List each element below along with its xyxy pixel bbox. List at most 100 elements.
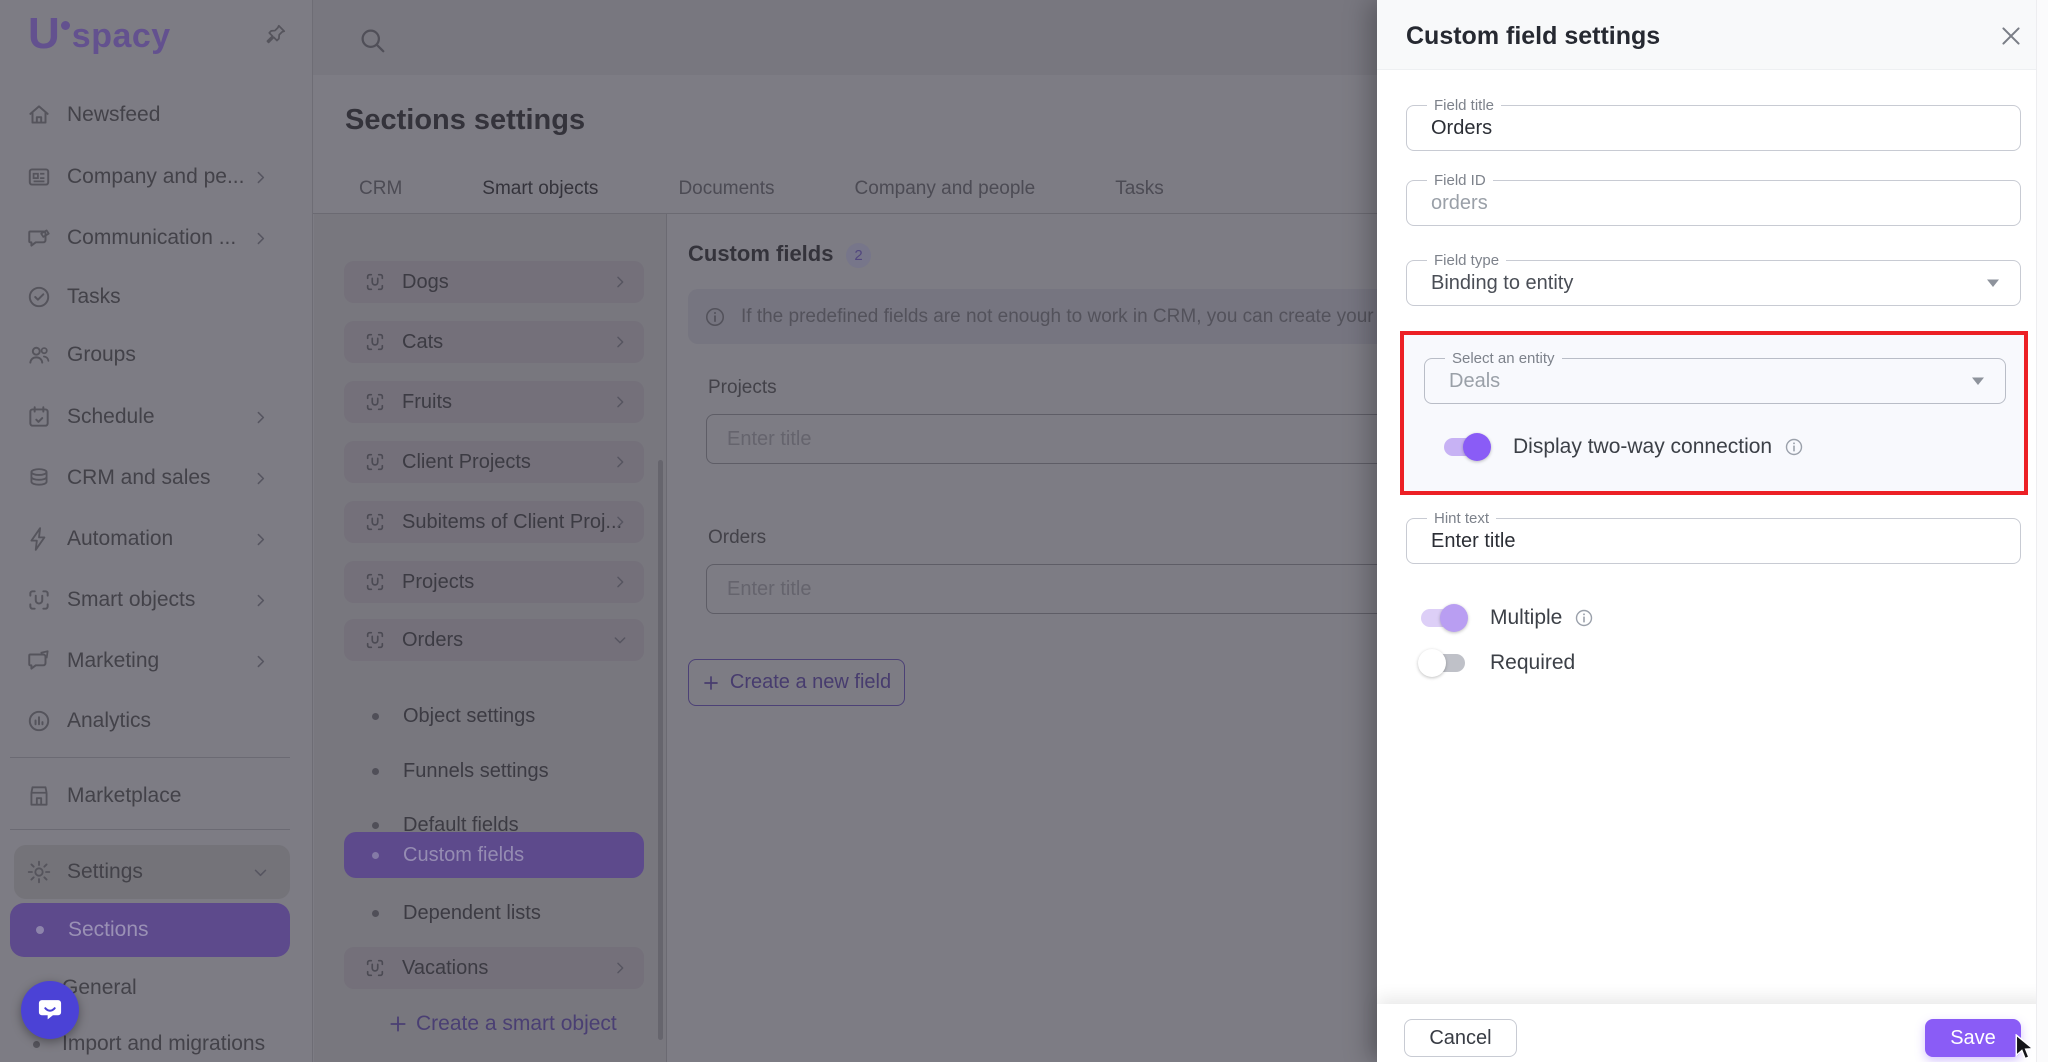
bolt-icon: [26, 526, 52, 552]
sidebar-item-company[interactable]: Company and pe...: [0, 155, 302, 199]
chat-launcher-button[interactable]: [21, 981, 79, 1039]
field-type-select[interactable]: Field type Binding to entity: [1406, 260, 2021, 306]
field-title-input[interactable]: Field title Orders: [1406, 105, 2021, 151]
plus-icon: [388, 1014, 408, 1034]
gear-icon: [26, 859, 52, 885]
sidebar-item-automation[interactable]: Automation: [0, 517, 302, 561]
sidebar-item-marketplace[interactable]: Marketplace: [0, 774, 302, 818]
sidebar-item-tasks[interactable]: Tasks: [0, 275, 302, 319]
highlight-annotation-box: Select an entity Deals Display two-way c…: [1400, 331, 2028, 495]
multiple-row: Multiple: [1418, 604, 1594, 632]
sidebar-item-analytics[interactable]: Analytics: [0, 699, 302, 743]
chevron-right-icon: [612, 454, 628, 470]
chevron-right-icon: [252, 592, 269, 609]
sidebar-item-groups[interactable]: Groups: [0, 333, 302, 377]
chevron-right-icon: [612, 514, 628, 530]
smart-object-cats[interactable]: Cats: [344, 321, 644, 363]
smart-object-icon: [364, 571, 386, 593]
orders-child-object-settings[interactable]: Object settings: [344, 698, 644, 734]
chevron-right-icon: [252, 169, 269, 186]
database-icon: [26, 465, 52, 491]
bullet-dot: [36, 926, 44, 934]
sidebar-item-settings[interactable]: Settings: [0, 850, 302, 894]
sidebar-item-smart-objects[interactable]: Smart objects: [0, 578, 302, 622]
two-way-toggle[interactable]: [1441, 433, 1491, 461]
modal-title: Custom field settings: [1406, 22, 1660, 51]
subpanel-scrollbar[interactable]: [658, 460, 663, 1040]
uspacy-logo[interactable]: U spacy: [28, 12, 171, 56]
close-icon[interactable]: [1998, 23, 2024, 49]
chevron-right-icon: [612, 960, 628, 976]
save-button[interactable]: Save: [1925, 1019, 2021, 1057]
app-screen: U spacy Newsfeed Company and pe... Commu…: [0, 0, 2048, 1062]
sidebar-item-sections[interactable]: Sections: [10, 903, 290, 957]
pin-sidebar-icon[interactable]: [262, 22, 288, 48]
entity-select[interactable]: Select an entity Deals: [1424, 358, 2006, 404]
smart-object-icon: [364, 511, 386, 533]
info-icon[interactable]: [1784, 437, 1804, 457]
sidebar-divider: [10, 757, 290, 758]
chat-bubble-icon: [36, 996, 64, 1024]
chevron-right-icon: [252, 653, 269, 670]
custom-fields-heading: Custom fields: [688, 241, 833, 267]
newspaper-icon: [26, 164, 52, 190]
chevron-right-icon: [612, 274, 628, 290]
sidebar-item-newsfeed[interactable]: Newsfeed: [0, 93, 302, 137]
caret-down-icon: [1971, 376, 1985, 386]
create-smart-object-link[interactable]: Create a smart object: [388, 1012, 617, 1036]
smart-object-vacations[interactable]: Vacations: [344, 947, 644, 989]
smart-object-fruits[interactable]: Fruits: [344, 381, 644, 423]
chat-pen-icon: [26, 225, 52, 251]
create-new-field-button[interactable]: Create a new field: [688, 659, 905, 706]
smart-object-icon: [364, 629, 386, 651]
chart-circle-icon: [26, 708, 52, 734]
sidebar: U spacy Newsfeed Company and pe... Commu…: [0, 0, 313, 1062]
smart-object-projects[interactable]: Projects: [344, 561, 644, 603]
sidebar-item-marketing[interactable]: Marketing: [0, 639, 302, 683]
chevron-down-icon: [612, 632, 628, 648]
caret-down-icon: [1986, 278, 2000, 288]
bullet-dot: [33, 1041, 40, 1048]
smart-object-orders[interactable]: Orders: [344, 619, 644, 661]
info-icon: [704, 306, 726, 328]
smart-object-icon: [364, 271, 386, 293]
logo-u: U: [28, 12, 60, 56]
smart-object-icon: [364, 391, 386, 413]
two-way-connection-row: Display two-way connection: [1441, 433, 1804, 461]
home-icon: [26, 102, 52, 128]
hint-text-input[interactable]: Hint text Enter title: [1406, 518, 2021, 564]
orders-child-funnels-settings[interactable]: Funnels settings: [344, 753, 644, 789]
required-row: Required: [1418, 649, 1575, 677]
calendar-icon: [26, 404, 52, 430]
chevron-right-icon: [252, 409, 269, 426]
chevron-down-icon: [252, 864, 269, 881]
projects-field-label: Projects: [708, 377, 777, 399]
users-icon: [26, 342, 52, 368]
sidebar-item-schedule[interactable]: Schedule: [0, 395, 302, 439]
field-id-input[interactable]: Field ID orders: [1406, 180, 2021, 226]
cancel-button[interactable]: Cancel: [1404, 1019, 1517, 1057]
smart-object-subitems[interactable]: Subitems of Client Proj...: [344, 501, 644, 543]
smart-object-icon: [364, 331, 386, 353]
smart-object-client-projects[interactable]: Client Projects: [344, 441, 644, 483]
search-icon[interactable]: [357, 25, 387, 55]
chevron-right-icon: [252, 531, 269, 548]
custom-field-settings-modal: Custom field settings Field title Orders…: [1377, 0, 2048, 1062]
orders-child-custom-fields-selected[interactable]: Custom fields: [344, 832, 644, 878]
check-circle-icon: [26, 284, 52, 310]
plus-icon: [702, 674, 720, 692]
sidebar-item-crm[interactable]: CRM and sales: [0, 456, 302, 500]
multiple-toggle[interactable]: [1418, 604, 1468, 632]
info-icon[interactable]: [1574, 608, 1594, 628]
smart-object-dogs[interactable]: Dogs: [344, 261, 644, 303]
sidebar-item-communication[interactable]: Communication ...: [0, 216, 302, 260]
storefront-icon: [26, 783, 52, 809]
logo-text: spacy: [72, 16, 171, 56]
required-toggle[interactable]: [1418, 649, 1468, 677]
modal-footer: Cancel Save: [1377, 1004, 2048, 1062]
orders-child-dependent-lists[interactable]: Dependent lists: [344, 895, 644, 931]
chevron-right-icon: [612, 574, 628, 590]
subpanel-divider: [666, 214, 667, 1062]
modal-scrollbar-track[interactable]: [2036, 0, 2048, 1062]
chevron-right-icon: [252, 470, 269, 487]
